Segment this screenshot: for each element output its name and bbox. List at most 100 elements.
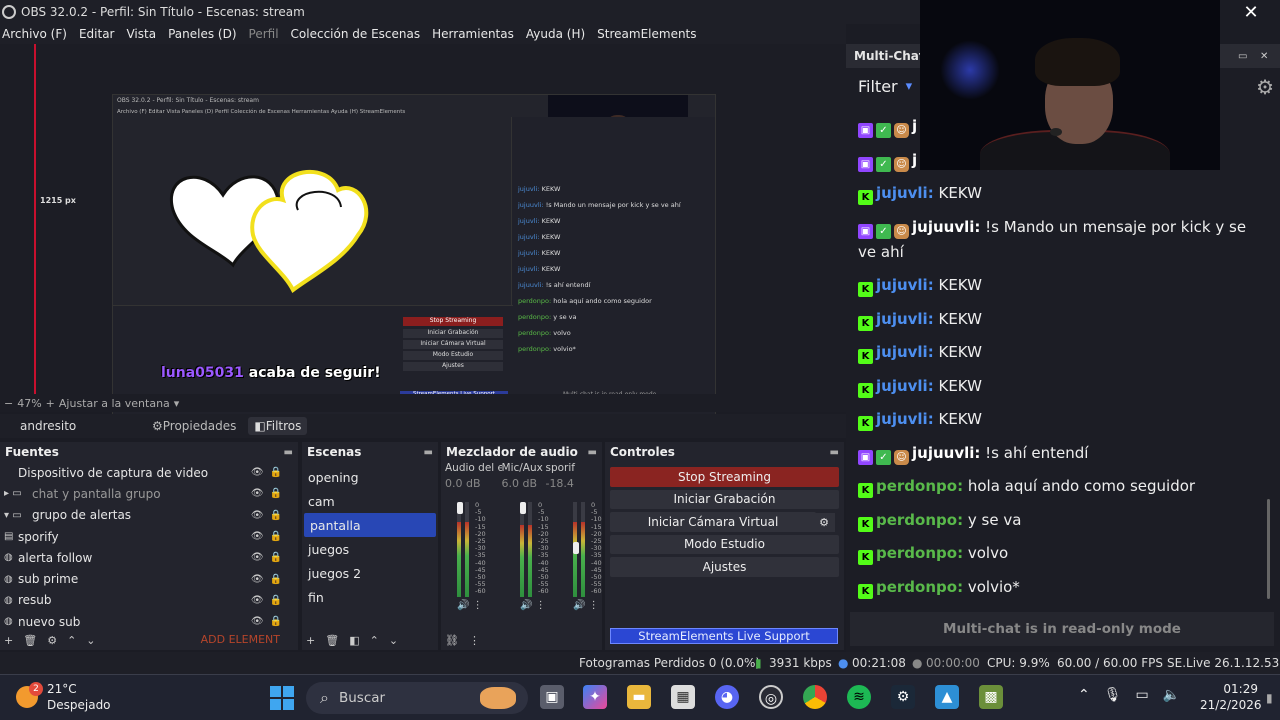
lock-icon[interactable]: 🔒 [270,552,282,563]
speaker-icon[interactable]: 🔊 [457,600,469,611]
fader-knob[interactable] [457,502,463,514]
scene-item[interactable]: fin [302,585,438,609]
more-icon[interactable]: ⋮ [469,600,483,611]
speaker-icon[interactable]: 🔊 [573,600,585,611]
eye-icon[interactable]: 👁 [251,467,264,478]
source-row[interactable]: ◍ resub 👁 🔒 [0,590,298,611]
zoom-out-icon[interactable]: − [4,397,13,410]
copilot-icon[interactable]: ✦ [583,685,607,709]
dock-menu-icon[interactable]: ▬ [424,447,433,458]
add-source-icon[interactable]: + [4,634,13,647]
zoom-level[interactable]: 47% [17,397,41,410]
menu-item[interactable]: Ayuda (H) [524,27,591,41]
more-icon[interactable]: ⋮ [469,634,480,647]
steam-icon[interactable]: ⚙ [891,685,915,709]
spotify-icon[interactable]: ≋ [847,685,871,709]
add-element-button[interactable]: ADD ELEMENT [201,633,280,646]
close-icon[interactable]: ✕ [1260,51,1268,62]
scene-filter-icon[interactable]: ◧ [349,634,359,647]
chat-settings-gear-icon[interactable]: ⚙ [1256,75,1274,99]
source-row[interactable]: ▤ sporify 👁 🔒 [0,526,298,547]
scene-item[interactable]: juegos 2 [302,561,438,585]
stop-streaming-button[interactable]: Stop Streaming [610,467,839,487]
start-virtualcam-button[interactable]: Iniciar Cámara Virtual [610,512,816,532]
lock-icon[interactable]: 🔒 [270,531,282,542]
studio-mode-button[interactable]: Modo Estudio [610,534,839,554]
lock-icon[interactable]: 🔒 [270,467,282,478]
chat-scrollbar[interactable] [1267,499,1270,599]
scene-item[interactable]: juegos [302,537,438,561]
chevron-up-icon[interactable]: ⌃ [1078,687,1090,703]
move-down-icon[interactable]: ⌄ [389,634,398,647]
filters-button[interactable]: ◧ Filtros [248,417,308,435]
source-row[interactable]: ◍ sub prime 👁 🔒 [0,568,298,589]
menu-item[interactable]: Colección de Escenas [289,27,427,41]
preview-canvas[interactable]: OBS 32.0.2 - Perfil: Sin Título - Escena… [0,44,846,434]
taskbar-search[interactable]: ⌕ Buscar [306,682,528,714]
undock-icon[interactable]: ▭ [1238,51,1247,62]
fit-window[interactable]: Ajustar a la ventana [59,397,170,410]
lock-icon[interactable]: 🔒 [270,574,282,585]
dock-menu-icon[interactable]: ▬ [284,447,293,458]
network-icon[interactable]: ▭ [1136,687,1149,703]
weather-widget[interactable]: 2 21°C Despejado [16,681,111,713]
move-up-icon[interactable]: ⌃ [67,634,76,647]
chat-filter[interactable]: Filter ▾ [858,77,912,96]
obs-taskbar-icon[interactable]: ◎ [759,685,783,709]
zoom-in-icon[interactable]: + [46,397,55,410]
discord-icon[interactable]: ◕ [715,685,739,709]
more-icon[interactable]: ⋮ [532,600,546,611]
scene-item[interactable]: opening [302,465,438,489]
scene-item[interactable]: pantalla [304,513,436,537]
settings-button[interactable]: Ajustes [610,557,839,577]
windows-start-icon[interactable] [270,686,294,710]
remove-source-icon[interactable]: 🗑 [23,634,37,647]
menu-item[interactable]: Herramientas [430,27,520,41]
lock-icon[interactable]: 🔒 [270,595,282,606]
clock[interactable]: 01:29 21/2/2026 [1200,681,1262,713]
dock-menu-icon[interactable]: ▬ [588,447,597,458]
volume-meter[interactable]: 0 -5 -10 -15 -20 -25 -30 -35 -40 -45 -50 -55 -60 🔊 ⋮ [520,501,560,611]
source-row[interactable]: Dispositivo de captura de video 👁 🔒 [0,462,298,483]
menu-item[interactable]: Perfil [247,27,285,41]
add-scene-icon[interactable]: + [306,634,315,647]
close-window-icon[interactable]: ✕ [1236,2,1266,23]
more-icon[interactable]: ⋮ [585,600,599,611]
menu-item[interactable]: StreamElements [595,27,702,41]
streamelements-live-support-button[interactable]: StreamElements Live Support [610,628,838,644]
minecraft-icon[interactable]: ▩ [979,685,1003,709]
task-view-icon[interactable]: ▣ [540,685,564,709]
menu-item[interactable]: Vista [124,27,162,41]
chrome-icon[interactable] [803,685,827,709]
eye-icon[interactable]: 👁 [251,552,264,563]
move-down-icon[interactable]: ⌄ [86,634,95,647]
scene-item[interactable]: cam [302,489,438,513]
photos-icon[interactable]: ▲ [935,685,959,709]
chevron-down-icon[interactable]: ▾ [174,397,180,410]
fader-knob[interactable] [520,502,526,514]
eye-icon[interactable]: 👁 [251,510,264,521]
eye-icon[interactable]: 👁 [251,574,264,585]
notification-icon[interactable]: ▮ [1266,691,1273,705]
virtualcam-gear-icon[interactable]: ⚙ [813,513,835,532]
eye-icon[interactable]: 👁 [251,595,264,606]
microphone-icon[interactable]: 🎙 [1104,687,1122,703]
source-row[interactable]: ◍ alerta follow 👁 🔒 [0,547,298,568]
start-recording-button[interactable]: Iniciar Grabación [610,489,839,509]
menu-item[interactable]: Paneles (D) [166,27,242,41]
eye-icon[interactable]: 👁 [251,531,264,542]
volume-meter[interactable]: 0 -5 -10 -15 -20 -25 -30 -35 -40 -45 -50 -55 -60 🔊 ⋮ [457,501,497,611]
eye-icon[interactable]: 👁 [251,488,264,499]
lock-icon[interactable]: 🔒 [270,510,282,521]
menu-item[interactable]: Editar [77,27,121,41]
menu-item[interactable]: Archivo (F) [0,27,73,41]
volume-meter[interactable]: 0 -5 -10 -15 -20 -25 -30 -35 -40 -45 -50 -55 -60 🔊 ⋮ [573,501,602,611]
store-icon[interactable]: ▦ [671,685,695,709]
fader-knob[interactable] [573,542,579,554]
source-row[interactable]: ▾ ▭ grupo de alertas 👁 🔒 [0,505,298,526]
move-up-icon[interactable]: ⌃ [370,634,379,647]
speaker-icon[interactable]: 🔊 [520,600,532,611]
properties-button[interactable]: ⚙ Propiedades [146,417,242,435]
source-settings-icon[interactable]: ⚙ [47,634,57,647]
remove-scene-icon[interactable]: 🗑 [325,634,339,647]
